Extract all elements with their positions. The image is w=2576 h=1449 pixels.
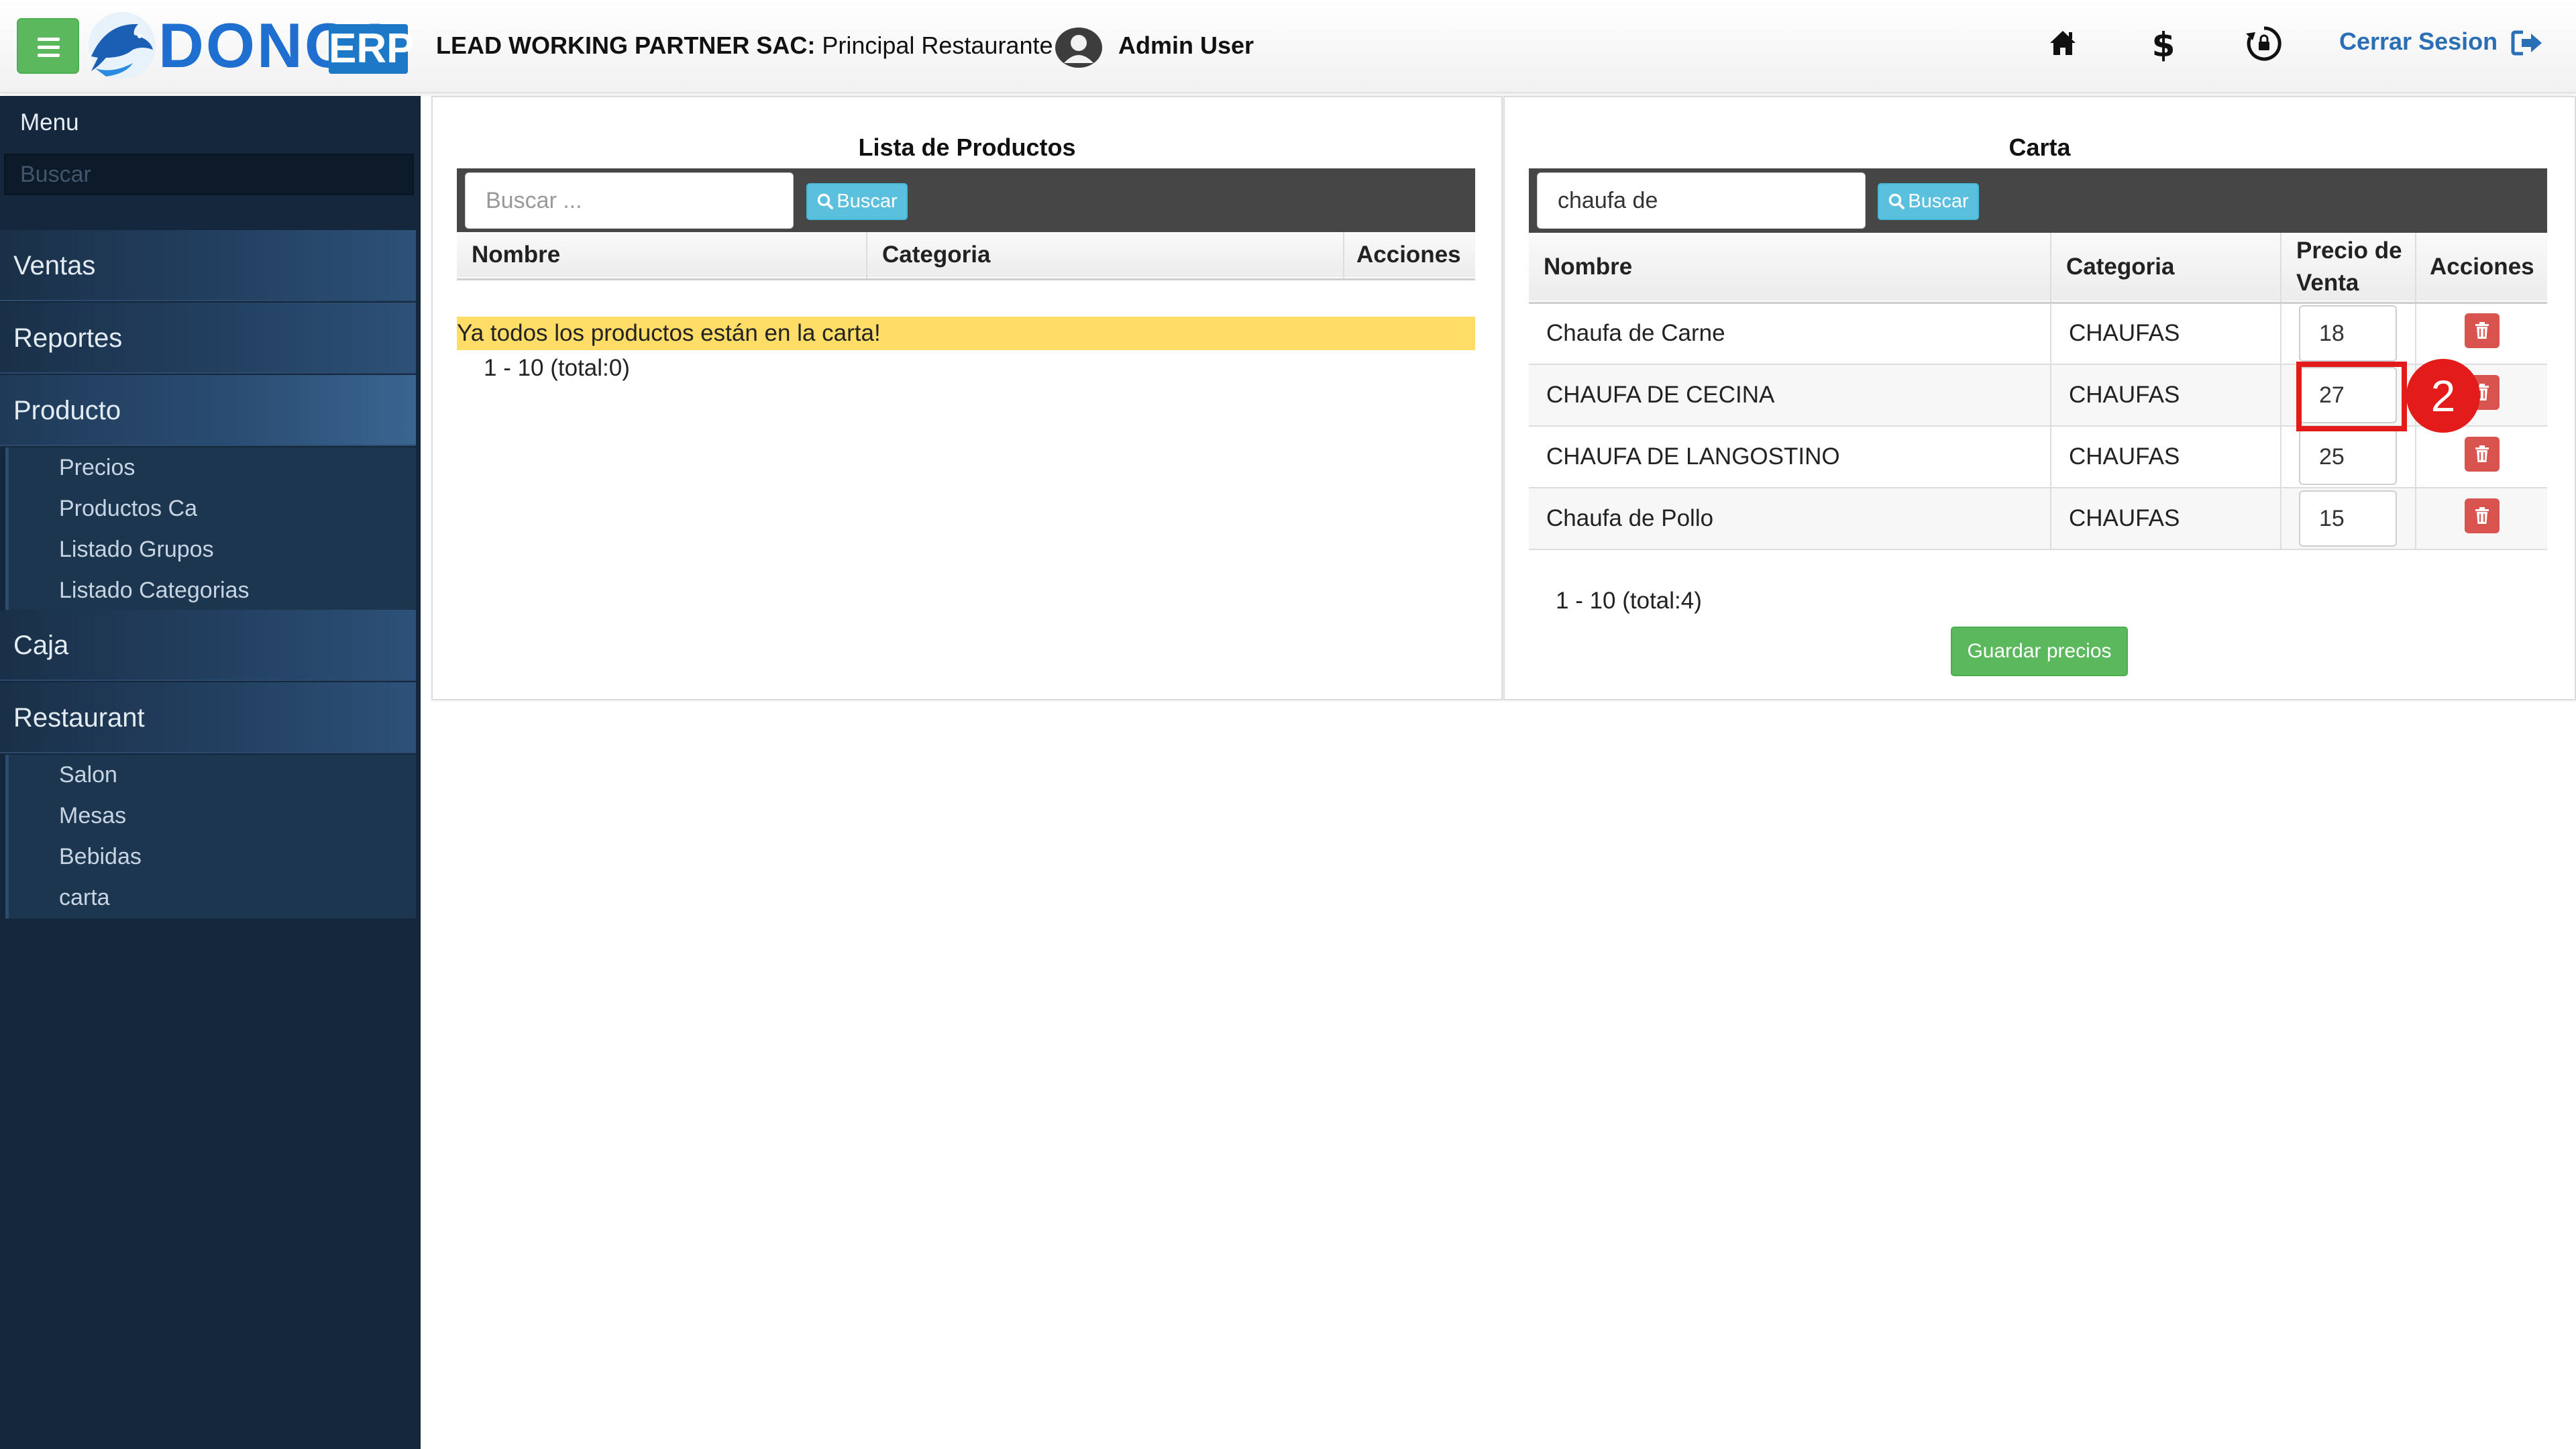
sign-out-icon xyxy=(2511,30,2542,56)
highlight-box xyxy=(2296,362,2407,431)
home-icon[interactable] xyxy=(2042,23,2084,64)
column-header-nombre: Nombre xyxy=(1529,233,2051,303)
sidebar-title: Menu xyxy=(20,109,79,136)
sidebar-item-reportes[interactable]: Reportes xyxy=(0,303,416,374)
carta-search-input[interactable]: chaufa de xyxy=(1537,172,1866,229)
sidebar-subitem-carta[interactable]: carta xyxy=(9,877,416,918)
products-search-button-label: Buscar xyxy=(837,191,898,212)
table-row: Chaufa de Carne CHAUFAS 18 xyxy=(1529,303,2547,364)
empty-products-alert: Ya todos los productos están en la carta… xyxy=(457,317,1475,350)
carta-table-header: Nombre Categoria Precio de Venta Acciones xyxy=(1529,233,2547,303)
table-row: Chaufa de Pollo CHAUFAS 15 xyxy=(1529,488,2547,549)
delete-button[interactable] xyxy=(2464,313,2500,348)
price-input[interactable]: 25 xyxy=(2299,429,2397,485)
product-category: CHAUFAS xyxy=(2051,303,2282,364)
trash-icon xyxy=(2475,321,2489,339)
branch-name: Principal Restaurante | xyxy=(815,32,1066,59)
logout-link[interactable]: Cerrar Sesion xyxy=(2339,23,2543,60)
products-table: Nombre Categoria Acciones xyxy=(457,232,1475,280)
products-panel-title: Lista de Productos xyxy=(858,133,1076,161)
search-icon xyxy=(1889,193,1905,209)
sidebar-item-restaurant[interactable]: Restaurant xyxy=(0,682,416,753)
sidebar-submenu-restaurant: Salon Mesas Bebidas carta xyxy=(5,755,416,918)
dollar-icon[interactable]: $ xyxy=(2143,23,2184,64)
column-header-acciones: Acciones xyxy=(2430,254,2534,280)
table-row: CHAUFA DE LANGOSTINO CHAUFAS 25 xyxy=(1529,426,2547,488)
column-header-categoria: Categoria xyxy=(867,232,1344,279)
sidebar: Menu Buscar Ventas Reportes Producto Pre… xyxy=(0,96,421,1449)
price-input[interactable]: 15 xyxy=(2299,490,2397,547)
column-header-categoria: Categoria xyxy=(2051,233,2282,303)
sidebar-subitem-precios[interactable]: Precios xyxy=(9,447,416,488)
sidebar-item-producto[interactable]: Producto xyxy=(0,375,416,446)
sidebar-subitem-productos-ca[interactable]: Productos Ca xyxy=(9,488,416,529)
column-header-precio-line1: Precio de xyxy=(2296,237,2402,264)
products-search-bar: Buscar ... Buscar xyxy=(457,168,1475,233)
products-search-button[interactable]: Buscar xyxy=(806,183,908,220)
column-header-acciones: Acciones xyxy=(1356,241,1461,268)
delete-button[interactable] xyxy=(2464,436,2500,472)
carta-search-button-label: Buscar xyxy=(1908,191,1969,212)
product-category: CHAUFAS xyxy=(2051,364,2282,426)
product-category: CHAUFAS xyxy=(2051,426,2282,488)
carta-search-button[interactable]: Buscar xyxy=(1878,183,1979,220)
column-header-precio-line2: Venta xyxy=(2296,270,2359,297)
save-prices-button[interactable]: Guardar precios xyxy=(1951,627,2128,676)
products-table-header: Nombre Categoria Acciones xyxy=(457,232,1475,279)
products-search-input[interactable]: Buscar ... xyxy=(465,172,794,229)
products-pager-info: 1 - 10 (total:0) xyxy=(484,355,630,381)
sidebar-item-ventas[interactable]: Ventas xyxy=(0,230,416,301)
products-panel: Lista de Productos Buscar ... Buscar Nom… xyxy=(431,96,1503,700)
menu-toggle-button[interactable] xyxy=(17,18,79,74)
user-name: Admin User xyxy=(1118,32,1254,59)
refresh-lock-icon[interactable] xyxy=(2243,23,2285,64)
top-bar: DONCA ERP LEAD WORKING PARTNER SAC: Prin… xyxy=(0,0,2576,93)
sidebar-subitem-salon[interactable]: Salon xyxy=(9,755,416,796)
dolphin-logo-icon xyxy=(89,12,156,79)
sidebar-subitem-listado-grupos[interactable]: Listado Grupos xyxy=(9,529,416,570)
product-name: CHAUFA DE CECINA xyxy=(1529,364,2051,426)
product-name: Chaufa de Carne xyxy=(1529,303,2051,364)
product-name: CHAUFA DE LANGOSTINO xyxy=(1529,426,2051,488)
logout-label: Cerrar Sesion xyxy=(2339,28,2498,55)
company-name: LEAD WORKING PARTNER SAC: xyxy=(436,32,816,59)
column-header-precio-venta: Precio de Venta xyxy=(2281,233,2416,303)
delete-button[interactable] xyxy=(2464,498,2500,533)
sidebar-item-caja[interactable]: Caja xyxy=(0,610,416,681)
logo-badge: ERP xyxy=(329,24,414,74)
sidebar-submenu-producto: Precios Productos Ca Listado Grupos List… xyxy=(5,447,416,611)
column-header-nombre: Nombre xyxy=(457,232,867,279)
svg-text:$: $ xyxy=(2152,25,2176,64)
trash-icon xyxy=(2475,445,2489,462)
user-avatar-icon xyxy=(1055,28,1102,68)
step-badge: 2 xyxy=(2406,359,2480,433)
product-name: Chaufa de Pollo xyxy=(1529,488,2051,549)
product-category: CHAUFAS xyxy=(2051,488,2282,549)
carta-panel-title: Carta xyxy=(2008,133,2071,161)
carta-pager-info: 1 - 10 (total:4) xyxy=(1556,588,1702,614)
sidebar-subitem-mesas[interactable]: Mesas xyxy=(9,796,416,837)
carta-search-bar: chaufa de Buscar xyxy=(1529,168,2547,233)
price-input[interactable]: 18 xyxy=(2299,305,2397,362)
search-icon xyxy=(818,193,834,209)
sidebar-search-input[interactable]: Buscar xyxy=(4,154,414,195)
company-label: LEAD WORKING PARTNER SAC: Principal Rest… xyxy=(436,27,1066,64)
sidebar-subitem-bebidas[interactable]: Bebidas xyxy=(9,837,416,877)
sidebar-subitem-listado-categorias[interactable]: Listado Categorias xyxy=(9,570,416,611)
logo[interactable]: DONCA ERP xyxy=(86,9,414,82)
trash-icon xyxy=(2475,506,2489,524)
